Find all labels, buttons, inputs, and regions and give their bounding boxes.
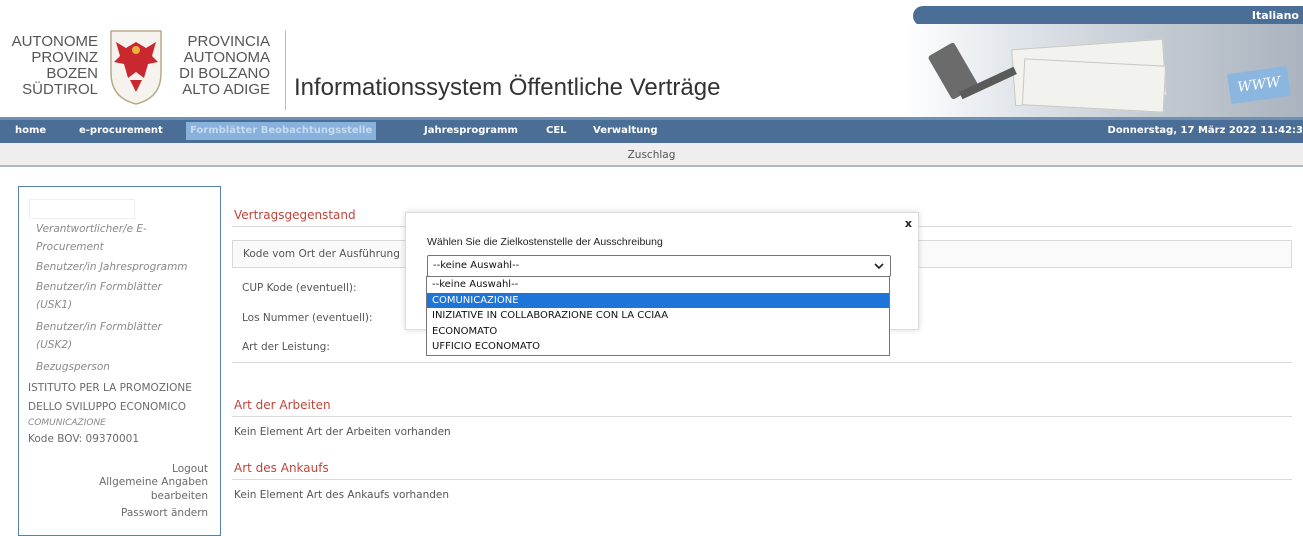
select-option[interactable]: --keine Auswahl-- <box>427 277 889 293</box>
paper-stack <box>1021 58 1167 113</box>
select-current-value: --keine Auswahl-- <box>433 260 520 271</box>
section-divider <box>232 479 1292 480</box>
logo-line: BOZEN <box>46 65 98 82</box>
logout-link[interactable]: Logout <box>172 462 208 476</box>
select-option[interactable]: ECONOMATO <box>427 324 889 340</box>
logo-line: PROVINCIA <box>187 33 270 50</box>
province-crest-icon <box>110 30 162 105</box>
nav-item-cel[interactable]: CEL <box>546 122 567 140</box>
cost-center-select[interactable]: --keine Auswahl-- <box>427 255 891 277</box>
change-password-link[interactable]: Passwort ändern <box>121 506 208 520</box>
role-link-usk2[interactable]: Benutzer/in Formblätter <box>36 317 162 337</box>
logo-divider <box>285 30 286 110</box>
language-link[interactable]: Italiano <box>913 6 1303 26</box>
select-options-list: --keine Auswahl-- COMUNICAZIONE INIZIATI… <box>426 276 890 356</box>
nav-item-verwaltung[interactable]: Verwaltung <box>593 122 658 140</box>
section-divider <box>232 362 1292 363</box>
role-link-usk1-cont[interactable]: (USK1) <box>36 295 72 315</box>
empty-arbeiten-text: Kein Element Art der Arbeiten vorhanden <box>234 426 451 438</box>
select-option[interactable]: INIZIATIVE IN COLLABORAZIONE CON LA CCIA… <box>427 308 889 324</box>
dialog-close-button[interactable]: x <box>905 217 912 230</box>
nav-item-formblaetter[interactable]: Formblätter Beobachtungsstelle <box>186 122 377 140</box>
empty-ankauf-text: Kein Element Art des Ankaufs vorhanden <box>234 489 450 501</box>
organization-name: ISTITUTO PER LA PROMOZIONE <box>28 382 192 394</box>
role-link-usk2-cont[interactable]: (USK2) <box>36 335 72 355</box>
edit-general-data-link[interactable]: Allgemeine Angaben <box>99 475 208 489</box>
nav-item-home[interactable]: home <box>15 122 46 140</box>
logo-line: AUTONOMA <box>183 49 270 66</box>
logo-line: DI BOLZANO <box>179 65 270 82</box>
current-datetime: Donnerstag, 17 März 2022 11:42:3 <box>1107 125 1303 136</box>
organization-name-cont: DELLO SVILUPPO ECONOMICO <box>28 401 186 413</box>
nav-item-jahresprogramm[interactable]: Jahresprogramm <box>424 122 518 140</box>
section-title-art-der-arbeiten: Art der Arbeiten <box>234 398 331 412</box>
role-link-jahresprogramm[interactable]: Benutzer/in Jahresprogramm <box>36 257 188 277</box>
nav-item-e-procurement[interactable]: e-procurement <box>79 122 163 140</box>
page-title: Zuschlag <box>0 143 1303 167</box>
section-title-vertragsgegenstand: Vertragsgegenstand <box>234 208 356 222</box>
logo-line: SÜDTIROL <box>22 81 98 98</box>
edit-general-data-link-cont[interactable]: bearbeiten <box>151 489 208 503</box>
www-key: WWW <box>1227 65 1291 105</box>
user-sidebar: Verantwortlicher/e E- Procurement Benutz… <box>18 186 221 536</box>
field-label: Kode vom Ort der Ausführung <box>243 248 400 260</box>
header-banner-image: WWW <box>903 24 1303 117</box>
section-divider <box>232 416 1292 417</box>
logo-text-german: AUTONOME PROVINZ BOZEN SÜDTIROL <box>8 34 98 98</box>
username-redacted <box>29 199 135 219</box>
section-title-art-des-ankaufs: Art des Ankaufs <box>234 461 329 475</box>
role-link-e-procurement[interactable]: Verantwortlicher/e E- <box>36 219 147 239</box>
role-link-usk1[interactable]: Benutzer/in Formblätter <box>36 277 162 297</box>
site-title: Informationssystem Öffentliche Verträge <box>294 74 721 101</box>
chevron-down-icon <box>874 263 884 270</box>
logo-line: PROVINZ <box>31 49 98 66</box>
field-label-art-der-leistung: Art der Leistung: <box>242 341 330 353</box>
main-navigation: home e-procurement Formblätter Beobachtu… <box>0 117 1303 143</box>
site-header: Italiano WWW AUTONOME PROVINZ BOZEN SÜDT… <box>0 0 1303 117</box>
field-label-los-nummer: Los Nummer (eventuell): <box>242 312 373 324</box>
select-option-highlighted[interactable]: COMUNICAZIONE <box>427 292 889 308</box>
logo-text-italian: PROVINCIA AUTONOMA DI BOLZANO ALTO ADIGE <box>176 34 270 98</box>
logo-line: AUTONOME <box>11 33 98 50</box>
role-link-e-procurement-cont[interactable]: Procurement <box>36 237 104 257</box>
dialog-prompt: Wählen Sie die Zielkostenstelle der Auss… <box>427 236 663 248</box>
select-option[interactable]: UFFICIO ECONOMATO <box>427 339 889 355</box>
logo-line: ALTO ADIGE <box>182 81 270 98</box>
bov-code: Kode BOV: 09370001 <box>28 433 139 445</box>
role-link-bezugsperson[interactable]: Bezugsperson <box>36 357 110 377</box>
field-label-cup: CUP Kode (eventuell): <box>242 282 357 294</box>
cost-center-name: COMUNICAZIONE <box>28 418 106 428</box>
